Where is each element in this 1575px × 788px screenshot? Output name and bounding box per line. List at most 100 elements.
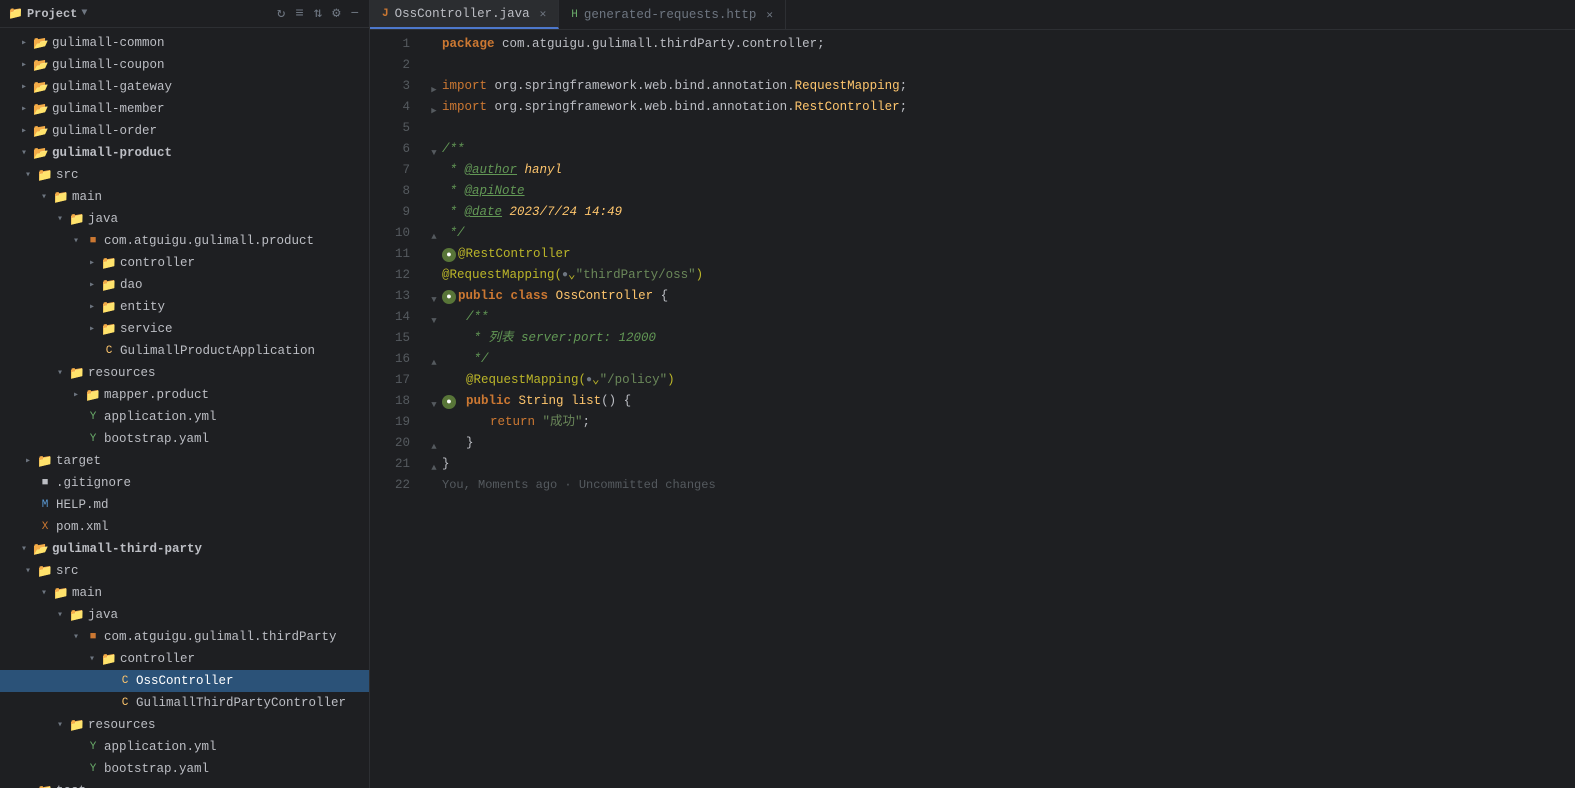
java-folder-icon: 📁 bbox=[68, 212, 86, 227]
fold-gutter-21[interactable]: ▲ bbox=[426, 458, 442, 472]
tab-oss-controller[interactable]: J OssController.java ✕ bbox=[370, 0, 559, 29]
tree-item-product-package[interactable]: ■ com.atguigu.gulimall.product bbox=[0, 230, 369, 252]
tree-item-resources[interactable]: 📁 resources bbox=[0, 362, 369, 384]
fold-gutter-14[interactable]: ▼ bbox=[426, 311, 442, 325]
tree-item-controller-tp[interactable]: 📁 controller bbox=[0, 648, 369, 670]
fold-gutter-6[interactable]: ▼ bbox=[426, 143, 442, 157]
fold-gutter-16[interactable]: ▲ bbox=[426, 353, 442, 367]
fold-gutter-20[interactable]: ▲ bbox=[426, 437, 442, 451]
tab-close-requests[interactable]: ✕ bbox=[766, 8, 773, 22]
code-line-2 bbox=[426, 55, 1575, 76]
tree-item-help-md[interactable]: M HELP.md bbox=[0, 494, 369, 516]
fold-gutter-13[interactable]: ▼ bbox=[426, 290, 442, 304]
tree-item-gulimall-common[interactable]: 📂 gulimall-common bbox=[0, 32, 369, 54]
fold-gutter-11[interactable] bbox=[426, 248, 442, 262]
chevron-down-icon[interactable]: ▼ bbox=[81, 8, 87, 19]
arrow-icon bbox=[68, 235, 84, 247]
arrow-icon bbox=[20, 455, 36, 467]
code-line-12: @RequestMapping(●⌄"thirdParty/oss") bbox=[426, 265, 1575, 286]
fold-gutter-19[interactable] bbox=[426, 416, 442, 430]
module-icon: 📂 bbox=[32, 36, 50, 51]
tree-item-oss-controller[interactable]: C OssController bbox=[0, 670, 369, 692]
tree-item-gulimall-product[interactable]: 📂 gulimall-product bbox=[0, 142, 369, 164]
tree-item-gulimall-gateway[interactable]: 📂 gulimall-gateway bbox=[0, 76, 369, 98]
code-line-7: * @author hanyl bbox=[426, 160, 1575, 181]
fold-gutter-8[interactable] bbox=[426, 185, 442, 199]
folder-icon: 📁 bbox=[100, 256, 118, 271]
tab-label-oss: OssController.java bbox=[395, 7, 530, 21]
tree-item-dao[interactable]: 📁 dao bbox=[0, 274, 369, 296]
tree-item-pom-xml-1[interactable]: X pom.xml bbox=[0, 516, 369, 538]
tree-item-gitignore[interactable]: ■ .gitignore bbox=[0, 472, 369, 494]
tree-item-main[interactable]: 📁 main bbox=[0, 186, 369, 208]
tree-item-gulimall-coupon[interactable]: 📂 gulimall-coupon bbox=[0, 54, 369, 76]
sidebar-toolbar: ↻ ≡ ⇅ ⚙ − bbox=[275, 3, 361, 24]
fold-gutter-15[interactable] bbox=[426, 332, 442, 346]
tree-item-controller[interactable]: 📁 controller bbox=[0, 252, 369, 274]
tree-item-gulimall-product-app[interactable]: C GulimallProductApplication bbox=[0, 340, 369, 362]
tree-item-application-yml-1[interactable]: Y application.yml bbox=[0, 406, 369, 428]
code-line-11: ● @RestController bbox=[426, 244, 1575, 265]
tree-item-mapper-product[interactable]: 📁 mapper.product bbox=[0, 384, 369, 406]
gitignore-icon: ■ bbox=[36, 477, 54, 489]
md-icon: M bbox=[36, 499, 54, 511]
fold-gutter-22[interactable] bbox=[426, 479, 442, 493]
folder-icon: 📁 bbox=[100, 652, 118, 667]
fold-gutter-9[interactable] bbox=[426, 206, 442, 220]
fold-gutter-17[interactable] bbox=[426, 374, 442, 388]
tree-item-bootstrap-yaml-tp[interactable]: Y bootstrap.yaml bbox=[0, 758, 369, 780]
minimize-icon[interactable]: − bbox=[349, 4, 361, 24]
arrow-icon bbox=[52, 213, 68, 225]
tree-item-src[interactable]: 📁 src bbox=[0, 164, 369, 186]
fold-gutter-1[interactable] bbox=[426, 38, 442, 52]
tree-item-java[interactable]: 📁 java bbox=[0, 208, 369, 230]
fold-gutter-2[interactable] bbox=[426, 59, 442, 73]
module-open-icon: 📂 bbox=[32, 146, 50, 161]
tree-item-gulimall-third-party[interactable]: 📂 gulimall-third-party bbox=[0, 538, 369, 560]
fold-gutter-7[interactable] bbox=[426, 164, 442, 178]
tab-close-oss[interactable]: ✕ bbox=[540, 7, 547, 21]
tree-item-gulimall-member[interactable]: 📂 gulimall-member bbox=[0, 98, 369, 120]
tree-item-gulimall-thirdparty-controller[interactable]: C GulimallThirdPartyController bbox=[0, 692, 369, 714]
tree-item-thirdparty-package[interactable]: ■ com.atguigu.gulimall.thirdParty bbox=[0, 626, 369, 648]
arrow-icon bbox=[36, 587, 52, 599]
code-editor[interactable]: 1 2 3 4 5 6 7 8 9 10 11 12 13 14 15 16 1… bbox=[370, 30, 1575, 788]
tree-item-main-tp[interactable]: 📁 main bbox=[0, 582, 369, 604]
tree-item-application-yml-tp[interactable]: Y application.yml bbox=[0, 736, 369, 758]
src-folder-icon: 📁 bbox=[36, 564, 54, 579]
bean-icon-11: ● bbox=[442, 248, 456, 262]
tree-item-gulimall-order[interactable]: 📂 gulimall-order bbox=[0, 120, 369, 142]
arrow-icon bbox=[84, 323, 100, 335]
fold-gutter-18[interactable]: ▼ bbox=[426, 395, 442, 409]
tree-item-entity[interactable]: 📁 entity bbox=[0, 296, 369, 318]
code-line-8: * @apiNote bbox=[426, 181, 1575, 202]
tree-item-resources-tp[interactable]: 📁 resources bbox=[0, 714, 369, 736]
http-tab-icon: H bbox=[571, 9, 578, 21]
code-line-14: ▼ /** bbox=[426, 307, 1575, 328]
collapse-all-icon[interactable]: ≡ bbox=[293, 4, 305, 24]
folder-icon: 📁 bbox=[100, 322, 118, 337]
fold-gutter-5[interactable] bbox=[426, 122, 442, 136]
sort-icon[interactable]: ⇅ bbox=[312, 3, 324, 24]
tree-item-java-tp[interactable]: 📁 java bbox=[0, 604, 369, 626]
sync-icon[interactable]: ↻ bbox=[275, 3, 287, 24]
arrow-icon bbox=[16, 147, 32, 159]
tab-generated-requests[interactable]: H generated-requests.http ✕ bbox=[559, 0, 786, 29]
code-line-5 bbox=[426, 118, 1575, 139]
arrow-icon bbox=[16, 81, 32, 93]
code-content[interactable]: package com.atguigu.gulimall.thirdParty.… bbox=[418, 34, 1575, 784]
tree-item-target-product[interactable]: 📁 target bbox=[0, 450, 369, 472]
arrow-icon bbox=[84, 257, 100, 269]
fold-gutter-4[interactable]: ▶ bbox=[426, 101, 442, 115]
resources-folder-icon: 📁 bbox=[68, 718, 86, 733]
yaml-icon: Y bbox=[84, 763, 102, 775]
fold-gutter-10[interactable]: ▲ bbox=[426, 227, 442, 241]
tree-item-service[interactable]: 📁 service bbox=[0, 318, 369, 340]
tree-item-bootstrap-yaml-1[interactable]: Y bootstrap.yaml bbox=[0, 428, 369, 450]
tree-item-test-tp[interactable]: 📁 test bbox=[0, 780, 369, 788]
fold-gutter-3[interactable]: ▶ bbox=[426, 80, 442, 94]
settings-icon[interactable]: ⚙ bbox=[330, 3, 342, 24]
fold-gutter-12[interactable] bbox=[426, 269, 442, 283]
arrow-icon bbox=[84, 653, 100, 665]
tree-item-src-tp[interactable]: 📁 src bbox=[0, 560, 369, 582]
